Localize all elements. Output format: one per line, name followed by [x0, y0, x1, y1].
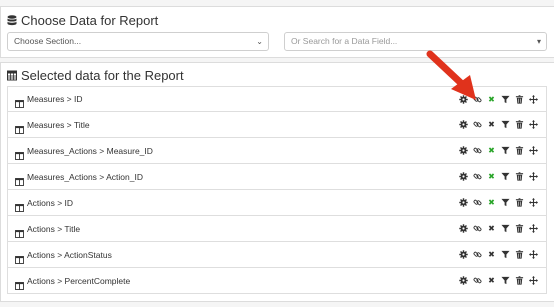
filter-icon[interactable]: [501, 172, 510, 181]
trash-icon[interactable]: [515, 145, 524, 155]
move-icon[interactable]: [529, 275, 538, 285]
remove-icon[interactable]: ✖: [487, 224, 496, 233]
remove-icon[interactable]: ✖: [487, 172, 496, 181]
choose-section-value: Choose Section...: [14, 36, 82, 46]
columns-icon: [15, 277, 24, 290]
move-icon[interactable]: [529, 223, 538, 233]
trash-icon[interactable]: [515, 94, 524, 104]
columns-icon: [15, 121, 24, 134]
move-icon[interactable]: [529, 119, 538, 129]
database-icon: [7, 15, 17, 26]
selected-fields-list: Measures > ID ✖ Measures > Title ✖ Measures_…: [7, 86, 547, 294]
link-icon[interactable]: [473, 198, 482, 207]
row-label: Measures_Actions > Action_ID: [27, 171, 143, 182]
row-label: Actions > PercentComplete: [27, 275, 131, 286]
columns-icon: [15, 199, 24, 212]
row-label: Actions > Title: [27, 223, 81, 234]
choose-section-select[interactable]: Choose Section... ⌄: [7, 32, 269, 51]
move-icon[interactable]: [529, 249, 538, 259]
trash-icon[interactable]: [515, 223, 524, 233]
remove-icon[interactable]: ✖: [487, 276, 496, 285]
gear-icon[interactable]: [459, 145, 468, 155]
row-label: Actions > ActionStatus: [27, 249, 112, 260]
choose-data-title-text: Choose Data for Report: [21, 13, 159, 28]
link-icon[interactable]: [473, 172, 482, 181]
trash-icon[interactable]: [515, 275, 524, 285]
columns-icon: [15, 147, 24, 160]
row-actions: ✖: [459, 112, 538, 136]
move-icon[interactable]: [529, 94, 538, 104]
table-row[interactable]: Actions > ID ✖: [7, 190, 547, 216]
row-label: Measures_Actions > Measure_ID: [27, 145, 153, 156]
row-actions: ✖: [459, 164, 538, 188]
table-row[interactable]: Actions > ActionStatus ✖: [7, 242, 547, 268]
table-row[interactable]: Measures_Actions > Measure_ID ✖: [7, 138, 547, 164]
gear-icon[interactable]: [459, 249, 468, 259]
selected-data-title-text: Selected data for the Report: [21, 68, 184, 83]
link-icon[interactable]: [473, 276, 482, 285]
gear-icon[interactable]: [459, 275, 468, 285]
table-row[interactable]: Measures_Actions > Action_ID ✖: [7, 164, 547, 190]
table-row[interactable]: Measures > Title ✖: [7, 112, 547, 138]
filter-icon[interactable]: [501, 95, 510, 104]
row-label: Measures > ID: [27, 94, 83, 104]
remove-icon[interactable]: ✖: [487, 198, 496, 207]
trash-icon[interactable]: [515, 197, 524, 207]
trash-icon[interactable]: [515, 171, 524, 181]
row-actions: ✖: [459, 268, 538, 292]
gear-icon[interactable]: [459, 197, 468, 207]
filter-icon[interactable]: [501, 250, 510, 259]
link-icon[interactable]: [473, 250, 482, 259]
filter-icon[interactable]: [501, 120, 510, 129]
remove-icon[interactable]: ✖: [487, 250, 496, 259]
remove-icon[interactable]: ✖: [487, 146, 496, 155]
trash-icon[interactable]: [515, 249, 524, 259]
link-icon[interactable]: [473, 146, 482, 155]
row-actions: ✖: [459, 216, 538, 240]
move-icon[interactable]: [529, 145, 538, 155]
row-actions: ✖: [459, 242, 538, 266]
trash-icon[interactable]: [515, 119, 524, 129]
annotation-arrow: [426, 50, 476, 100]
move-icon[interactable]: [529, 171, 538, 181]
row-actions: ✖: [459, 138, 538, 162]
selected-data-title: Selected data for the Report: [7, 68, 184, 83]
link-icon[interactable]: [473, 120, 482, 129]
table-row[interactable]: Actions > PercentComplete ✖: [7, 268, 547, 294]
columns-icon: [15, 225, 24, 238]
row-label: Measures > Title: [27, 119, 90, 130]
data-field-search-placeholder: Or Search for a Data Field...: [291, 36, 398, 46]
columns-icon: [15, 95, 24, 108]
table-row[interactable]: Actions > Title ✖: [7, 216, 547, 242]
link-icon[interactable]: [473, 224, 482, 233]
gear-icon[interactable]: [459, 223, 468, 233]
row-label: Actions > ID: [27, 197, 74, 208]
columns-icon: [15, 251, 24, 264]
gear-icon[interactable]: [459, 119, 468, 129]
columns-icon: [15, 173, 24, 186]
move-icon[interactable]: [529, 197, 538, 207]
data-field-search[interactable]: Or Search for a Data Field... ▾: [284, 32, 547, 51]
filter-icon[interactable]: [501, 224, 510, 233]
choose-data-title: Choose Data for Report: [7, 13, 158, 28]
remove-icon[interactable]: ✖: [487, 120, 496, 129]
caret-down-icon: ▾: [536, 37, 541, 46]
filter-icon[interactable]: [501, 198, 510, 207]
filter-icon[interactable]: [501, 276, 510, 285]
remove-icon[interactable]: ✖: [487, 95, 496, 104]
gear-icon[interactable]: [459, 171, 468, 181]
filter-icon[interactable]: [501, 146, 510, 155]
table-icon: [7, 70, 17, 81]
row-actions: ✖: [459, 190, 538, 214]
chevron-down-icon: ⌄: [256, 37, 263, 46]
